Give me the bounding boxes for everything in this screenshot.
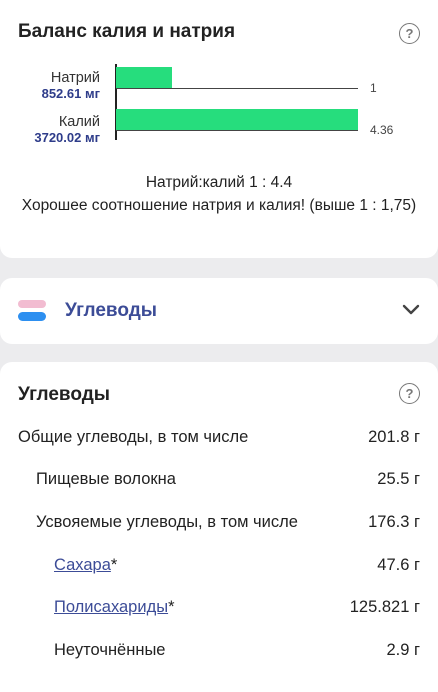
- bar-label-sodium: Натрий 852.61 мг: [42, 70, 100, 102]
- nutrient-row: Полисахариды* 125.821 г: [0, 598, 438, 622]
- sugars-link[interactable]: Сахара: [54, 556, 111, 574]
- nutrient-value: 201.8 г: [368, 428, 420, 446]
- polysaccharides-link[interactable]: Полисахариды: [54, 598, 168, 616]
- nutrient-row: Пищевые волокна 25.5 г: [0, 470, 438, 494]
- nutrient-name: Усвояемые углеводы, в том числе: [36, 513, 298, 531]
- nutrient-row: Сахара* 47.6 г: [0, 556, 438, 580]
- potassium-sodium-card: Баланс калия и натрия ? Натрий 852.61 мг…: [0, 0, 438, 258]
- nutrient-value: 176.3 г: [368, 513, 420, 531]
- pills-icon: [18, 300, 46, 322]
- nutrient-name: Сахара*: [54, 556, 117, 575]
- nutrient-value: 47.6 г: [377, 556, 420, 574]
- question-circle-icon[interactable]: ?: [399, 383, 420, 404]
- bar-amount: 852.61 мг: [41, 86, 100, 101]
- bar-potassium: [116, 109, 358, 130]
- section-title: Углеводы: [65, 300, 157, 321]
- bar-name: Калий: [58, 114, 100, 130]
- carbs-section-header[interactable]: Углеводы: [0, 278, 438, 344]
- nutrient-name: Пищевые волокна: [36, 470, 176, 488]
- ratio-assessment: Хорошее соотношение натрия и калия! (выш…: [21, 197, 417, 214]
- bar-sodium: [116, 67, 172, 88]
- bar-label-potassium: Калий 3720.02 мг: [34, 114, 100, 146]
- nutrient-value: 25.5 г: [377, 470, 420, 488]
- bar-leader-line: [116, 130, 358, 131]
- footnote-mark: *: [110, 556, 118, 574]
- ratio-line: Натрий:калий 1 : 4.4: [145, 174, 293, 191]
- balance-bar-chart: Натрий 852.61 мг 1 Калий 3720.02 мг 4.36: [0, 60, 438, 152]
- nutrient-value: 125.821 г: [349, 598, 420, 616]
- carbs-detail-card: Углеводы ? Общие углеводы, в том числе 2…: [0, 362, 438, 692]
- footnote-mark: *: [168, 598, 175, 616]
- question-circle-icon[interactable]: ?: [399, 23, 420, 44]
- bar-amount: 3720.02 мг: [34, 130, 100, 145]
- nutrient-row: Усвояемые углеводы, в том числе 176.3 г: [0, 513, 438, 537]
- bar-leader-line: [116, 88, 358, 89]
- nutrient-name: Полисахариды*: [54, 598, 175, 617]
- nutrient-name: Общие углеводы, в том числе: [18, 428, 249, 446]
- nutrient-row: Неуточнённые 2.9 г: [0, 641, 438, 665]
- nutrient-row: Общие углеводы, в том числе 201.8 г: [0, 428, 438, 452]
- chevron-down-icon[interactable]: [402, 304, 420, 316]
- bar-ratio-value: 1: [370, 81, 377, 95]
- carbs-title: Углеводы: [18, 384, 110, 405]
- balance-title: Баланс калия и натрия: [18, 21, 236, 42]
- nutrient-value: 2.9 г: [386, 641, 420, 659]
- bar-ratio-value: 4.36: [370, 123, 394, 137]
- nutrient-name: Неуточнённые: [54, 641, 166, 659]
- bar-name: Натрий: [50, 70, 100, 86]
